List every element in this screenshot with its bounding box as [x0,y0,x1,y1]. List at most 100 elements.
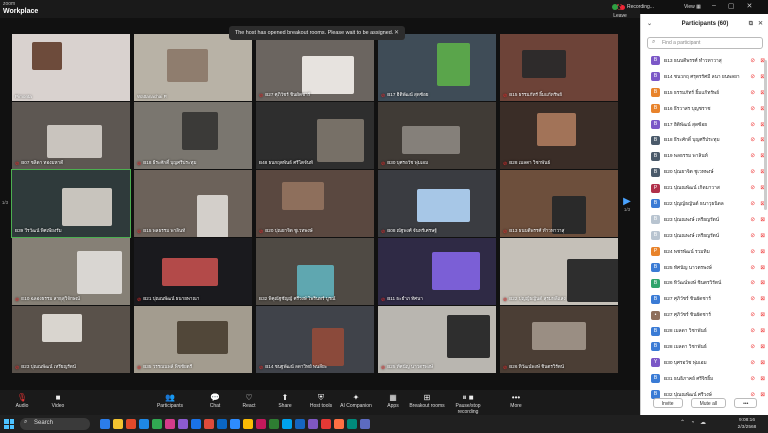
taskbar-clock[interactable]: 9:08:16 2/3/2568 [728,417,766,431]
participant-row[interactable]: B B28 เมลดา วิชาพันธ์ ⊘ ⊠ [641,339,768,355]
video-button[interactable]: ■ Video [38,392,78,409]
share-button[interactable]: ⬆ Share [265,392,305,409]
video-tile[interactable]: B32 พิคุณัฐชัญญ์ ศรีวงษ์ ไพรินทร์ บูรณ์ [256,238,374,305]
participant-row[interactable]: P B24 พชรพัฒน์ รวมทิม ⊘ ⊠ [641,244,768,260]
participant-row[interactable]: B B26 ทิวัฒน์พงษ์ ชินตรวิรัตน์ ⊘ ⊠ [641,275,768,291]
taskbar-app-icon[interactable] [243,419,253,429]
participant-row[interactable]: B B23 ปุณณพงษ์ เหรียญรัตน์ ⊘ ⊠ [641,212,768,228]
taskbar-app-icon[interactable] [360,419,370,429]
video-tile[interactable]: ⊘ B17 ฮิติพัฒน์ สุดซ้อย [378,34,496,101]
taskbar-app-icon[interactable] [334,419,344,429]
participant-search-input[interactable]: ⌕ Find a participant [647,37,763,49]
taskbar-app-icon[interactable] [100,419,110,429]
panel-close-icon[interactable]: ✕ [758,14,763,34]
video-tile[interactable]: ⊘ B26 ทิวัฒน์พงษ์ ชินตรวิรัตน์ [500,306,618,373]
taskbar-search[interactable]: ⌕ Search [20,418,90,430]
participant-row[interactable]: B B15 ธรรมภัทร์ ยิ้มแก้ทรัพย์ ⊘ ⊠ [641,85,768,101]
taskbar-app-icon[interactable] [282,419,292,429]
collapse-icon[interactable]: ⌄ [647,14,652,34]
video-tile[interactable]: ⊘ B07 ชลิดา ทองมหาดี [12,102,130,169]
participant-row[interactable]: B B25 ทัศนัญ นาวตรพงษ์ ⊘ ⊠ [641,260,768,276]
taskbar-app-icon[interactable] [269,419,279,429]
video-tile[interactable]: ⊘ B18 ธีระศักดิ์ บุญศรีประทุม [134,102,252,169]
taskbar-app-icon[interactable] [165,419,175,429]
taskbar-app-icon[interactable] [230,419,240,429]
video-tile[interactable]: ⊘ B13 ธนบดีพรรศ์ ทำวทาวาสุ [500,170,618,237]
video-tile[interactable]: B48 ธนกฤตพันธ์ ศรีโตจันท์ [256,102,374,169]
ai-companion-button[interactable]: ✦ AI Companion [336,392,376,409]
react-button[interactable]: ♡ React [229,392,269,409]
leave-button[interactable]: ⎋ Leave [606,3,634,19]
participant-row[interactable]: B B16 ธีรวาสร บุญชราช ⊘ ⊠ [641,101,768,117]
participant-row[interactable]: B B27 ศุภิวัชร์ ชินผัดชาร์ ⊘ ⊠ [641,291,768,307]
participant-row[interactable]: B B14 ชนวกฤ ศรุตรรัศมี ลนา ยนพลยา ⊘ ⊠ [641,69,768,85]
video-tile[interactable]: ⊘ B15 พลธรรม พาลินท์ [134,170,252,237]
participants-button[interactable]: 👥 Participants [150,392,190,409]
taskbar-app-icon[interactable] [178,419,188,429]
breakout-rooms-button[interactable]: ⊞ Breakout rooms [407,392,447,409]
taskbar-app-icon[interactable] [139,419,149,429]
gallery-prev-page[interactable]: 1/3 [0,200,10,230]
video-tile[interactable]: Wattanachai P. [134,34,252,101]
participant-row[interactable]: B B17 ฮิติพัฒน์ สุดซ้อย ⊘ ⊠ [641,117,768,133]
video-tile[interactable]: ⊘ B23 ปุณณพัฒน์ เหรียญรัตน์ [12,306,130,373]
participant-row[interactable]: B B23 ปุณณพงษ์ เหรียญรัตน์ ⊘ ⊠ [641,228,768,244]
mute-all-button[interactable]: Mute all [690,398,727,408]
taskbar-app-icon[interactable] [191,419,201,429]
taskbar-app-icon[interactable] [347,419,357,429]
participant-list-scrollbar[interactable] [764,60,767,210]
video-tile[interactable]: ⊘ B27 ศุภิวัชร์ ชินผัดชาร์ [256,34,374,101]
participant-row[interactable]: B B22 ปุญญ์ธญันต์ ธนาวุธนิดล ⊘ ⊠ [641,196,768,212]
audio-button[interactable]: 🎙 Audio [2,392,42,409]
pause-stop-recording-button[interactable]: ⏸ ■ Pause/stop recording [448,392,488,415]
system-tray[interactable]: ⌃ ◔ ☁ [680,419,708,426]
close-icon[interactable]: ✕ [747,2,753,10]
minimize-icon[interactable]: – [712,2,716,10]
participant-row[interactable]: B B20 ปุณยาจิต ชูเวทพงษ์ ⊘ ⊠ [641,164,768,180]
video-tile[interactable]: ⊘ B25 ทัศนัญ นาวตรพงษ์ [378,306,496,373]
taskbar-app-icon[interactable] [126,419,136,429]
participant-row[interactable]: B B13 ธนบดีพรรศ์ ทำวทาวาสุ ⊘ ⊠ [641,53,768,69]
participant-name: B13 ธนบดีพรรศ์ ทำวทาวาสุ [664,58,722,64]
taskbar-app-icon[interactable] [295,419,305,429]
taskbar-app-icon[interactable] [113,419,123,429]
video-tile[interactable]: ⊘ B28 เมลดา วิชาพันธ์ [500,102,618,169]
banner-close-icon[interactable]: ✕ [394,29,399,36]
video-tile[interactable]: ⊘ E10 ฉลองธรรม สาธุสุวิจักษณ์ [12,238,130,305]
video-tile[interactable]: Pimonta [12,34,130,101]
start-button[interactable] [4,419,14,429]
participant-row[interactable]: Y B30 บุศรอวัช พุ่มเอม ⊘ ⊠ [641,355,768,371]
video-tile[interactable]: ⊘ B08 ณัฐพงศ์ จันทร์เศรษฐ์ [378,170,496,237]
view-button[interactable]: View ▦ [684,4,701,10]
invite-button[interactable]: Invite [652,398,683,408]
participant-row[interactable]: • B27 ศุภิวัชร์ ชินผัดชาร์ ⊘ ⊠ [641,307,768,323]
more-button[interactable]: ••• More [496,392,536,409]
taskbar-app-icon[interactable] [321,419,331,429]
video-tile[interactable]: ⊘ B11 ธะยำภ ทัศนา [378,238,496,305]
taskbar-app-icon[interactable] [152,419,162,429]
taskbar-app-icon[interactable] [217,419,227,429]
participant-row[interactable]: B B19 พลธรรม พาลินท์ ⊘ ⊠ [641,148,768,164]
video-tile[interactable]: ⊘ B21 ปุณณพัฒน์ ธนายพาณา [134,238,252,305]
participant-row[interactable]: B B28 เมลดา วิชาพันธ์ ⊘ ⊠ [641,323,768,339]
video-tile[interactable]: ⊘ B22 ปุญญ์ธญันต์ สุรมหลีแสง [500,238,618,305]
tile-name-label: ⊘ B23 ปุณณพัฒน์ เหรียญรัตน์ [15,364,76,371]
video-feed [62,188,112,226]
participant-row[interactable]: B B31 ธนธิภาคย์ ศรีจิรยิ้ม ⊘ ⊠ [641,371,768,387]
video-tile[interactable]: ⊘ B20 ปุณยาจิต ชูเวทพงษ์ [256,170,374,237]
host-tools-button[interactable]: ⛨ Host tools [301,392,341,409]
gallery-next-page[interactable]: ▶ 1/3 [620,196,634,226]
video-tile[interactable]: ⊘ B30 บุศรอวัช พุ่มเอม [378,102,496,169]
taskbar-app-icon[interactable] [308,419,318,429]
participant-row[interactable]: B B18 ธีระศักดิ์ บุญศรีประทุม ⊘ ⊠ [641,132,768,148]
video-tile[interactable]: ⊘ B15 ธรรมภัทร์ ยิ้มแก้ทรัพย์ [500,34,618,101]
video-tile[interactable]: ⊘ B35 วรรณนพล์ พิชชัยตรี [134,306,252,373]
taskbar-app-icon[interactable] [204,419,214,429]
taskbar-app-icon[interactable] [256,419,266,429]
more-options-button[interactable]: ••• [734,398,758,408]
maximize-icon[interactable]: ▢ [728,2,735,10]
participant-row[interactable]: P B21 ปุณณพัฒน์ เกิดมาวาส ⊘ ⊠ [641,180,768,196]
video-tile[interactable]: B39 วีรวัฒน์ พิศเพียงรัม [11,169,131,238]
popout-icon[interactable]: ⧉ [749,14,753,34]
video-tile[interactable]: ⊘ B14 ชนฐพัฒน์ ลดาวิทย์ พนลียะ [256,306,374,373]
